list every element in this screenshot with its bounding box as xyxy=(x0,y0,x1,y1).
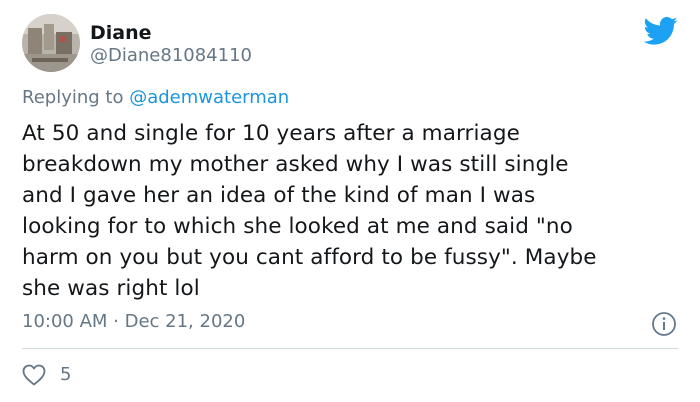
author-name[interactable]: Diane xyxy=(90,21,152,45)
like-count: 5 xyxy=(60,364,72,385)
avatar-image xyxy=(22,14,80,72)
reply-prefix: Replying to xyxy=(22,87,130,108)
heart-icon xyxy=(22,364,46,386)
reply-mention-link[interactable]: @ademwaterman xyxy=(129,87,289,108)
tweet-text: At 50 and single for 10 years after a ma… xyxy=(22,121,597,301)
tweet-timestamp[interactable]: 10:00 AM · Dec 21, 2020 xyxy=(22,309,245,335)
tweet-card: Diane @Diane81084110 Replying to @ademwa… xyxy=(0,0,700,402)
author-handle[interactable]: @Diane81084110 xyxy=(90,45,252,67)
info-icon[interactable] xyxy=(651,311,677,337)
like-button[interactable]: 5 xyxy=(22,362,71,388)
author-avatar[interactable] xyxy=(22,14,80,72)
divider xyxy=(22,348,678,349)
reply-context: Replying to @ademwaterman xyxy=(22,86,289,110)
twitter-bird-icon[interactable] xyxy=(643,16,678,46)
